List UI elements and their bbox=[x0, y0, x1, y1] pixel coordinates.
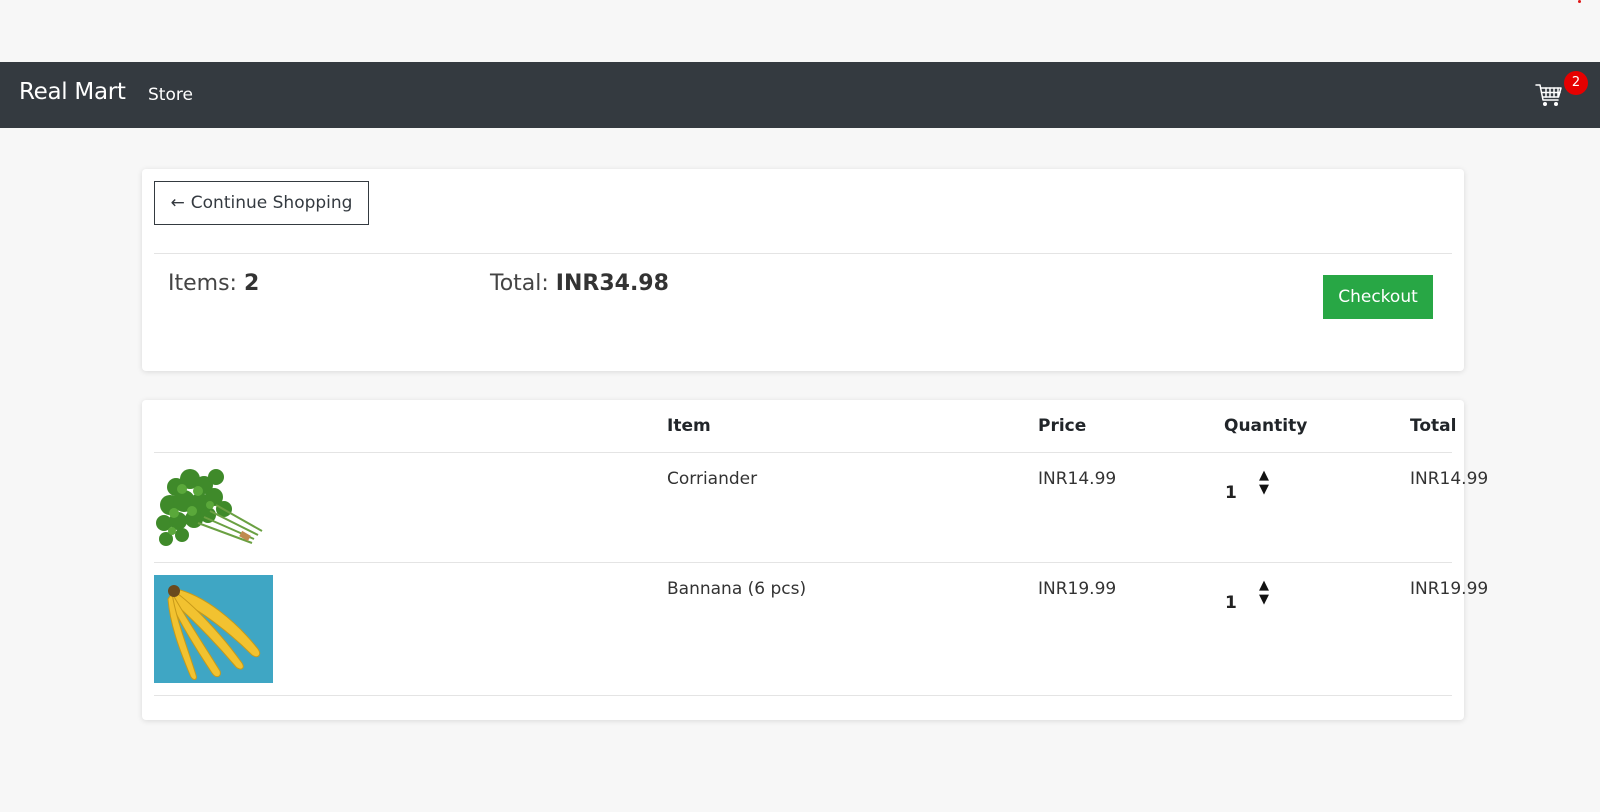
item-name: Corriander bbox=[667, 469, 758, 489]
continue-shopping-button[interactable]: ← Continue Shopping bbox=[154, 181, 369, 225]
item-price: INR19.99 bbox=[1038, 579, 1117, 599]
item-quantity[interactable]: 1 bbox=[1225, 593, 1237, 613]
column-header-total: Total bbox=[1410, 416, 1457, 436]
quantity-stepper[interactable]: ▲ ▼ bbox=[1256, 579, 1272, 609]
items-count: Items: 2 bbox=[168, 271, 259, 296]
increase-quantity-icon[interactable]: ▲ bbox=[1256, 579, 1272, 593]
cart-items-table: Item Price Quantity Total Corriander INR… bbox=[142, 400, 1488, 720]
table-row: Bannana (6 pcs) INR19.99 1 ▲ ▼ INR19.99 bbox=[154, 563, 1488, 696]
cart-count-badge: 2 bbox=[1564, 71, 1588, 95]
checkout-button[interactable]: Checkout bbox=[1323, 275, 1433, 319]
decrease-quantity-icon[interactable]: ▼ bbox=[1256, 593, 1272, 607]
nav-link-store[interactable]: Store bbox=[148, 85, 193, 105]
cart-summary-card: ← Continue Shopping Items: 2 Total: INR3… bbox=[142, 169, 1464, 371]
item-total: INR14.99 bbox=[1410, 469, 1489, 489]
item-quantity[interactable]: 1 bbox=[1225, 483, 1237, 503]
arrow-left-icon: ← bbox=[170, 193, 185, 213]
column-header-quantity: Quantity bbox=[1224, 416, 1308, 436]
increase-quantity-icon[interactable]: ▲ bbox=[1256, 469, 1272, 483]
banana-image bbox=[154, 575, 273, 683]
divider bbox=[154, 253, 1452, 254]
continue-shopping-label: Continue Shopping bbox=[190, 193, 353, 213]
table-row: Corriander INR14.99 1 ▲ ▼ INR14.99 bbox=[154, 453, 1488, 563]
navbar: Real Mart Store 2 bbox=[0, 62, 1600, 128]
top-edge-dot bbox=[1578, 0, 1581, 3]
cart-icon[interactable] bbox=[1534, 80, 1564, 110]
items-count-value: 2 bbox=[243, 271, 260, 296]
items-count-label: Items: bbox=[168, 271, 237, 296]
column-header-item: Item bbox=[667, 416, 711, 436]
column-header-price: Price bbox=[1038, 416, 1087, 436]
quantity-stepper[interactable]: ▲ ▼ bbox=[1256, 469, 1272, 499]
item-price: INR14.99 bbox=[1038, 469, 1117, 489]
item-total: INR19.99 bbox=[1410, 579, 1489, 599]
cart-total: Total: INR34.98 bbox=[490, 271, 669, 296]
item-name: Bannana (6 pcs) bbox=[667, 579, 807, 599]
brand-name[interactable]: Real Mart bbox=[19, 79, 126, 105]
decrease-quantity-icon[interactable]: ▼ bbox=[1256, 483, 1272, 497]
cart-total-value: INR34.98 bbox=[555, 271, 669, 296]
cart-total-label: Total: bbox=[490, 271, 549, 296]
coriander-image bbox=[154, 465, 273, 551]
